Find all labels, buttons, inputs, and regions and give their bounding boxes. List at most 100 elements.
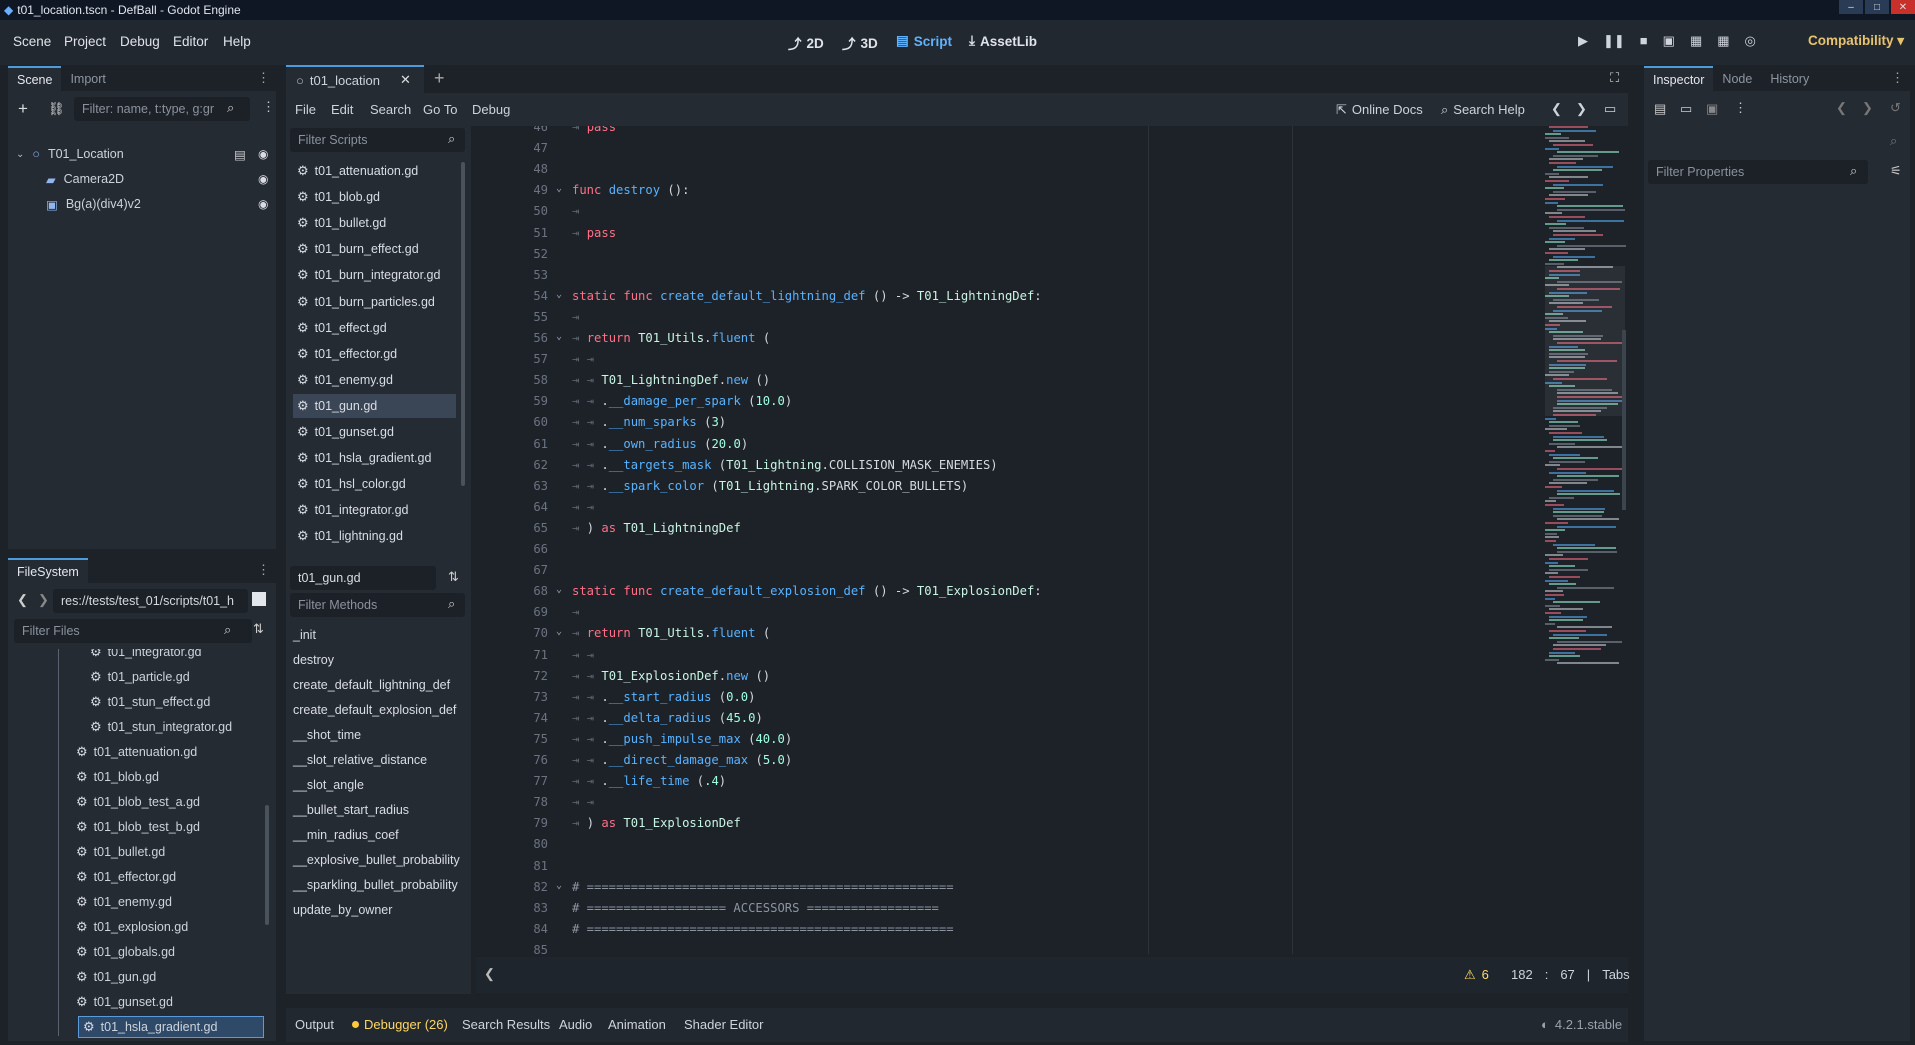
script-list-item[interactable]: ⚙ t01_burn_particles.gd: [293, 290, 456, 314]
dock-menu-icon[interactable]: ⋮: [257, 562, 270, 578]
toggle-panel-chevron-icon[interactable]: ❮: [484, 966, 495, 982]
visibility-eye-icon[interactable]: ◉: [258, 197, 268, 211]
method-list-item[interactable]: __min_radius_coef: [293, 828, 463, 850]
script-list-item[interactable]: ⚙ t01_burn_effect.gd: [293, 237, 456, 261]
method-list-item[interactable]: __bullet_start_radius: [293, 803, 463, 825]
tab-filesystem[interactable]: FileSystem: [8, 558, 88, 583]
script-list-item[interactable]: ⚙ t01_effector.gd: [293, 342, 456, 366]
tab-debugger[interactable]: Debugger (26): [352, 1017, 448, 1032]
file-item[interactable]: ⚙ t01_explosion.gd: [76, 916, 262, 938]
search-doc-icon[interactable]: ⌕: [1890, 133, 1897, 149]
new-tab-icon[interactable]: +: [434, 68, 445, 89]
script-menu-debug[interactable]: Debug: [472, 102, 510, 117]
menu-project[interactable]: Project: [64, 34, 106, 49]
visibility-eye-icon[interactable]: ◉: [258, 147, 268, 161]
script-list-item[interactable]: ⚙ t01_integrator.gd: [293, 498, 456, 522]
filter-files-input[interactable]: Filter Files: [14, 619, 252, 643]
property-filter-icon[interactable]: ⚟: [1890, 163, 1902, 179]
method-list-item[interactable]: _init: [293, 628, 463, 650]
menu-scene[interactable]: Scene: [13, 34, 51, 49]
play-scene-icon[interactable]: ▦: [1690, 33, 1702, 49]
maximize-button[interactable]: □: [1865, 0, 1889, 14]
tab-scene[interactable]: Scene: [8, 66, 62, 91]
file-item[interactable]: ⚙ t01_globals.gd: [76, 941, 262, 963]
pause-icon[interactable]: ❚❚: [1603, 33, 1625, 49]
fold-chevron-icon[interactable]: ⌄: [556, 584, 562, 595]
split-mode-icon[interactable]: [252, 592, 266, 606]
method-list-item[interactable]: create_default_explosion_def: [293, 703, 463, 725]
new-resource-icon[interactable]: ▤: [1654, 101, 1666, 117]
script-menu-goto[interactable]: Go To: [423, 102, 457, 117]
script-menu-edit[interactable]: Edit: [331, 102, 353, 117]
filter-properties-input[interactable]: Filter Properties: [1648, 160, 1868, 184]
file-item[interactable]: ⚙ t01_blob.gd: [76, 766, 262, 788]
script-list-item[interactable]: ⚙ t01_attenuation.gd: [293, 159, 456, 183]
link-icon[interactable]: ⛓: [48, 101, 65, 117]
script-list-item[interactable]: ⚙ t01_effect.gd: [293, 316, 456, 340]
method-list-item[interactable]: __slot_relative_distance: [293, 753, 463, 775]
tab-output[interactable]: Output: [295, 1017, 334, 1032]
tab-import[interactable]: Import: [61, 66, 114, 91]
file-item[interactable]: ⚙ t01_blob_test_b.gd: [76, 816, 262, 838]
tab-audio[interactable]: Audio: [559, 1017, 592, 1032]
remote-debug-icon[interactable]: ▣: [1663, 33, 1675, 49]
fold-chevron-icon[interactable]: ⌄: [556, 183, 562, 194]
tab-node[interactable]: Node: [1713, 66, 1761, 91]
history-forward-icon[interactable]: ❯: [1862, 100, 1873, 116]
open-folder-icon[interactable]: ▭: [1680, 101, 1692, 117]
file-item[interactable]: ⚙ t01_attenuation.gd: [76, 741, 262, 763]
script-list-item[interactable]: ⚙ t01_gun.gd: [293, 393, 456, 418]
file-item[interactable]: ⚙ t01_stun_effect.gd: [90, 691, 260, 713]
file-item[interactable]: ⚙ t01_enemy.gd: [76, 891, 262, 913]
fold-chevron-icon[interactable]: ⌄: [556, 331, 562, 342]
script-list-item[interactable]: ⚙ t01_blob.gd: [293, 185, 456, 209]
script-list-item[interactable]: ⚙ t01_enemy.gd: [293, 368, 456, 392]
method-list-item[interactable]: __explosive_bullet_probability: [293, 853, 463, 875]
tree-node-bg[interactable]: ▣ Bg(a)(div4)v2 ◉: [46, 193, 271, 215]
tab-animation[interactable]: Animation: [608, 1017, 666, 1032]
script-list-item[interactable]: ⚙ t01_lightning.gd: [293, 524, 456, 548]
sort-icon[interactable]: ⇅: [448, 569, 459, 585]
history-back-icon[interactable]: ❮: [1551, 101, 1562, 117]
indent-mode[interactable]: Tabs: [1602, 967, 1629, 982]
script-list-scrollbar[interactable]: [461, 162, 465, 486]
file-item[interactable]: ⚙ t01_integrator.gd: [90, 649, 260, 663]
workspace-assetlib-button[interactable]: ⤓ AssetLib: [969, 33, 1037, 49]
method-list-item[interactable]: create_default_lightning_def: [293, 678, 463, 700]
toggle-scripts-panel-icon[interactable]: ▭: [1604, 101, 1616, 117]
tab-t01-location[interactable]: ○ t01_location ✕: [286, 65, 424, 93]
method-list-item[interactable]: update_by_owner: [293, 903, 463, 925]
fold-chevron-icon[interactable]: ⌄: [556, 289, 562, 300]
sort-icon[interactable]: ⇅: [253, 621, 264, 637]
file-item[interactable]: ⚙ t01_blob_test_a.gd: [76, 791, 262, 813]
method-list-item[interactable]: __sparkling_bullet_probability: [293, 878, 463, 900]
filter-scripts-input[interactable]: Filter Scripts: [290, 128, 465, 152]
menu-debug[interactable]: Debug: [120, 34, 160, 49]
warnings-indicator[interactable]: ⚠ 6: [1464, 967, 1489, 983]
history-forward-icon[interactable]: ❯: [1576, 101, 1587, 117]
script-list-item[interactable]: ⚙ t01_hsla_gradient.gd: [293, 446, 456, 470]
menu-help[interactable]: Help: [223, 34, 251, 49]
tab-history[interactable]: History: [1761, 66, 1818, 91]
script-menu-search[interactable]: Search: [370, 102, 411, 117]
file-item[interactable]: ⚙ t01_effector.gd: [76, 866, 262, 888]
visibility-eye-icon[interactable]: ◉: [258, 172, 268, 186]
tree-node-camera[interactable]: ▰ Camera2D ◉: [46, 168, 271, 190]
movie-maker-icon[interactable]: ◎: [1745, 33, 1756, 49]
dock-menu-icon[interactable]: ⋮: [257, 70, 270, 86]
renderer-selector[interactable]: Compatibility ▾: [1808, 33, 1904, 49]
back-arrow-icon[interactable]: ❮: [17, 592, 28, 608]
close-tab-icon[interactable]: ✕: [400, 72, 411, 88]
script-list-item[interactable]: ⚙ t01_hsl_color.gd: [293, 472, 456, 496]
file-item[interactable]: ⚙ t01_gun.gd: [76, 966, 262, 988]
forward-arrow-icon[interactable]: ❯: [38, 592, 49, 608]
code-minimap[interactable]: [1545, 126, 1626, 686]
tab-inspector[interactable]: Inspector: [1644, 66, 1714, 91]
workspace-2d-button[interactable]: ⤴ 2D: [788, 33, 824, 53]
history-back-icon[interactable]: ❮: [1836, 100, 1847, 116]
filter-methods-input[interactable]: Filter Methods: [290, 593, 465, 617]
stop-icon[interactable]: ■: [1640, 33, 1648, 49]
add-node-icon[interactable]: +: [18, 99, 28, 119]
tree-node-root[interactable]: ⌄ ○ T01_Location ▤ ◉: [16, 143, 271, 165]
method-list-item[interactable]: __shot_time: [293, 728, 463, 750]
